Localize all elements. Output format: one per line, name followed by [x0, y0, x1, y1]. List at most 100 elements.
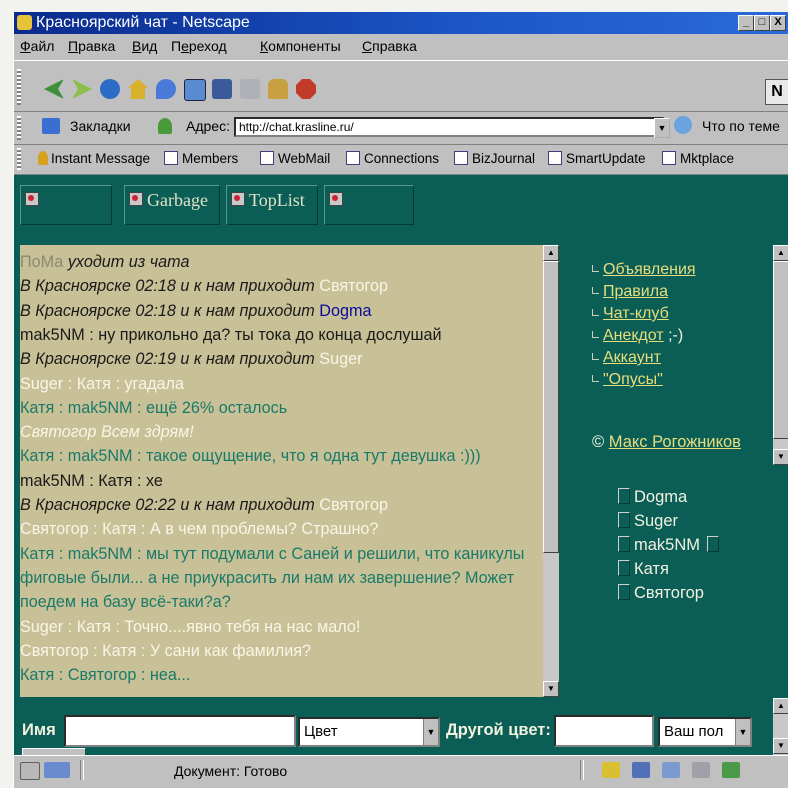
title-bar: Красноярский чат - Netscape _ □ X — [14, 12, 788, 34]
menu-view[interactable]: Вид — [132, 34, 157, 58]
whats-related-icon[interactable] — [674, 116, 692, 134]
address-input[interactable]: http://chat.krasline.ru/ — [234, 117, 664, 137]
scroll-up-button[interactable]: ▲ — [773, 245, 788, 261]
chat-message-part: Катя : Святогор : неа... — [20, 666, 191, 685]
frame-button-1[interactable] — [20, 185, 112, 225]
chat-message: поедем на базу всё-таки?а? — [20, 591, 231, 614]
other-color-input[interactable] — [554, 715, 654, 747]
chat-message-part: В Красноярске 02:19 и к нам приходит — [20, 350, 320, 369]
nav-link-announcements[interactable]: Объявления — [592, 259, 696, 281]
bookmarks-button[interactable]: Закладки — [70, 118, 131, 134]
chat-message-part: mak5NM : ну прикольно да? ты тока до кон… — [20, 325, 442, 344]
menu-help[interactable]: Справка — [362, 34, 417, 58]
reload-icon[interactable] — [100, 79, 120, 99]
newsgroups-icon[interactable] — [662, 762, 680, 778]
chat-message-part: Святогор — [319, 277, 388, 296]
security-lock-icon[interactable] — [20, 762, 40, 780]
menu-go[interactable]: Переход — [171, 34, 227, 58]
link-smartupdate[interactable]: SmartUpdate — [548, 144, 646, 174]
stop-icon[interactable] — [296, 79, 316, 99]
link-mktplace[interactable]: Mktplace — [662, 144, 734, 174]
menu-file[interactable]: Файл — [20, 34, 54, 58]
link-connections[interactable]: Connections — [346, 144, 439, 174]
my-netscape-icon[interactable] — [184, 79, 206, 101]
home-icon[interactable] — [128, 79, 148, 99]
composer-icon[interactable] — [722, 762, 740, 778]
guide-icon[interactable] — [212, 79, 232, 99]
link-members[interactable]: Members — [164, 144, 238, 174]
user-item[interactable]: mak5NM — [618, 533, 723, 557]
page-icon — [346, 151, 360, 165]
chat-scrollbar[interactable]: ▲ ▼ — [543, 245, 559, 697]
print-icon[interactable] — [240, 79, 260, 99]
close-button[interactable]: X — [770, 15, 786, 31]
forward-icon[interactable] — [72, 79, 92, 99]
nav-link-rules[interactable]: Правила — [592, 281, 668, 303]
mail-icon[interactable] — [632, 762, 650, 778]
chat-message-part: Катя : mak5NM : ещё 26% осталось — [20, 398, 288, 417]
chat-message: Катя : Святогор : неа... — [20, 664, 190, 687]
back-icon[interactable] — [44, 79, 64, 99]
link-bizjournal[interactable]: BizJournal — [454, 144, 535, 174]
scroll-thumb[interactable] — [773, 261, 788, 439]
chat-message-part: Святогор : Катя : У сани как фамилия? — [20, 641, 312, 660]
navigator-icon[interactable] — [602, 762, 620, 778]
chat-message: ПоМа уходит из чата — [20, 251, 189, 274]
address-dropdown-button[interactable]: ▼ — [654, 118, 670, 138]
minimize-button[interactable]: _ — [738, 15, 754, 31]
whats-related-button[interactable]: Что по теме — [702, 118, 780, 134]
location-pin-icon[interactable] — [158, 118, 172, 134]
address-label: Адрес: — [186, 118, 230, 134]
chat-message: фиговые были... а не приукрасить ли нам … — [20, 567, 514, 590]
page-icon — [260, 151, 274, 165]
user-item[interactable]: Dogma — [618, 485, 687, 509]
nav-link-chat-club[interactable]: Чат-клуб — [592, 303, 669, 325]
security-icon[interactable] — [268, 79, 288, 99]
chevron-down-icon: ▼ — [423, 719, 438, 745]
link-webmail[interactable]: WebMail — [260, 144, 330, 174]
broken-image-icon — [25, 192, 39, 206]
chat-message-part: Suger — [319, 350, 363, 369]
frame-button-toplist[interactable]: TopList — [226, 185, 318, 225]
netscape-app-icon — [17, 15, 32, 30]
address-book-icon[interactable] — [692, 762, 710, 778]
chat-message-part: Suger : Катя : угадала — [20, 374, 184, 393]
page-icon — [454, 151, 468, 165]
user-item[interactable]: Святогор — [618, 581, 704, 605]
page-icon — [662, 151, 676, 165]
menu-edit[interactable]: Правка — [68, 34, 115, 58]
form-frame-scrollbar[interactable]: ▲ ▼ — [773, 698, 788, 755]
online-status-icon[interactable] — [44, 762, 70, 778]
chat-message-part: mak5NM : Катя : хе — [20, 471, 163, 490]
chat-message-part: поедем на базу всё-таки?а? — [20, 593, 231, 612]
bookmarks-icon[interactable] — [42, 118, 60, 134]
color-select[interactable]: Цвет ▼ — [298, 717, 440, 747]
search-icon[interactable] — [156, 79, 176, 99]
chat-message: mak5NM : ну прикольно да? ты тока до кон… — [20, 324, 442, 347]
scroll-down-button[interactable]: ▼ — [773, 449, 788, 465]
link-instant-message[interactable]: Instant Message — [38, 144, 150, 174]
frame-button-4[interactable] — [324, 185, 414, 225]
nav-link-opuses[interactable]: "Опусы" — [592, 369, 663, 391]
user-item[interactable]: Suger — [618, 509, 678, 533]
browser-window: Красноярский чат - Netscape _ □ X Файл П… — [13, 12, 788, 788]
scroll-down-button[interactable]: ▼ — [773, 738, 788, 754]
person-icon — [38, 151, 48, 165]
scroll-up-button[interactable]: ▲ — [773, 698, 788, 714]
maximize-button[interactable]: □ — [754, 15, 770, 31]
nav-frame-scrollbar[interactable]: ▲ ▼ — [773, 245, 788, 465]
user-item[interactable]: Катя — [618, 557, 669, 581]
scroll-up-button[interactable]: ▲ — [543, 245, 559, 261]
nav-link-joke[interactable]: Анекдот ;-) — [592, 325, 683, 347]
chat-message-part: Suger : Катя : Точно....явно тебя на нас… — [20, 617, 361, 636]
scroll-thumb[interactable] — [543, 261, 559, 553]
menu-components[interactable]: Компоненты — [260, 34, 341, 58]
nav-link-account[interactable]: Аккаунт — [592, 347, 661, 369]
scroll-down-button[interactable]: ▼ — [543, 681, 559, 697]
gender-select[interactable]: Ваш пол ▼ — [658, 717, 752, 747]
frame-button-garbage[interactable]: Garbage — [124, 185, 220, 225]
chat-message: Катя : mak5NM : такое ощущение, что я од… — [20, 445, 481, 468]
chat-message: В Красноярске 02:18 и к нам приходит Свя… — [20, 275, 388, 298]
author-link[interactable]: Макс Рогожников — [609, 433, 741, 451]
name-input[interactable] — [64, 715, 296, 747]
